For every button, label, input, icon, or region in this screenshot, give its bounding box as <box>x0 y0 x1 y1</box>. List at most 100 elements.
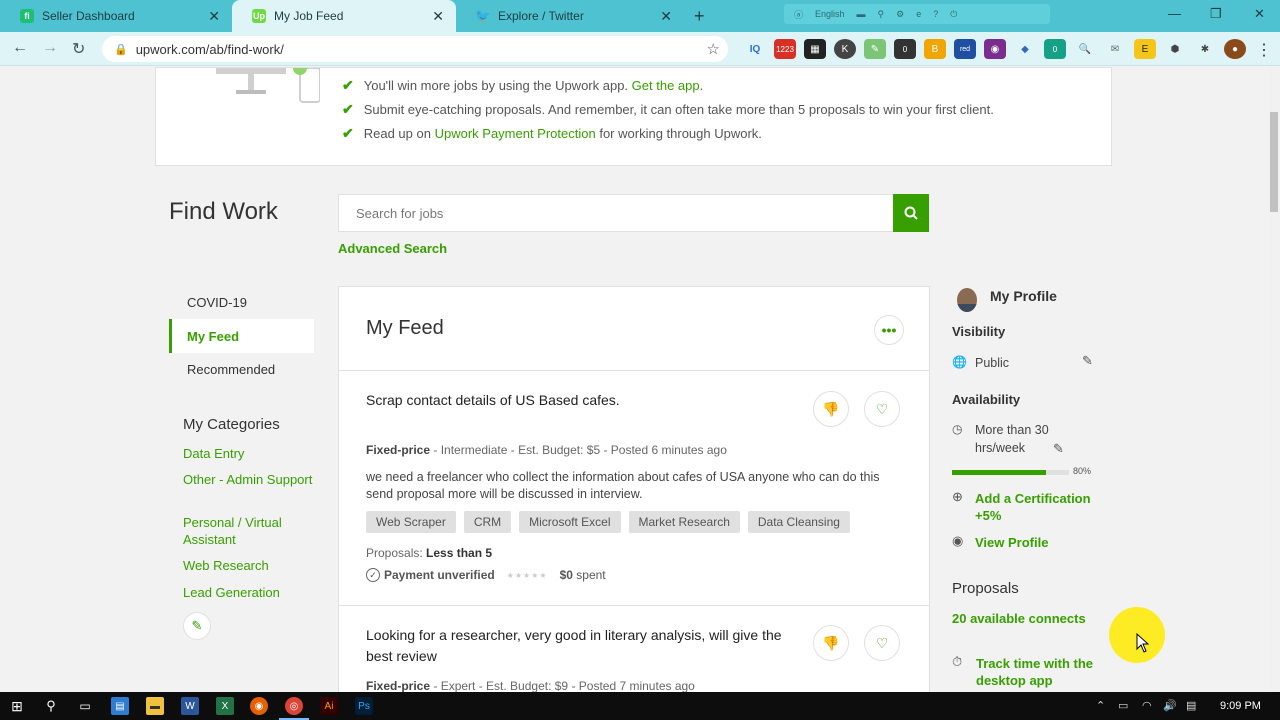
close-tab-icon[interactable]: ✕ <box>208 8 220 25</box>
url-field[interactable]: 🔒 upwork.com/ab/find-work/ ☆ <box>102 36 728 62</box>
bookmark-star-icon[interactable]: ☆ <box>707 40 720 58</box>
category-link[interactable]: Data Entry <box>183 445 313 462</box>
thumbs-down-button[interactable]: 👎 <box>813 391 849 427</box>
puzzle-icon[interactable]: ✱ <box>1194 39 1216 59</box>
search-button[interactable] <box>893 194 929 232</box>
clock[interactable]: 9:09 PM <box>1220 700 1261 712</box>
job-card[interactable]: Looking for a researcher, very good in l… <box>339 606 929 692</box>
close-tab-icon[interactable]: ✕ <box>432 8 444 25</box>
edit-visibility-icon[interactable]: ✎ <box>1082 353 1093 369</box>
page-scrollbar[interactable] <box>1268 67 1280 692</box>
back-icon[interactable]: ← <box>12 39 28 57</box>
extension-icon[interactable]: B <box>924 39 946 59</box>
edit-availability-icon[interactable]: ✎ <box>1053 441 1064 457</box>
extension-icon[interactable]: 0 <box>1044 39 1066 59</box>
advanced-search-link[interactable]: Advanced Search <box>338 241 447 256</box>
excel-icon[interactable]: X <box>216 697 234 715</box>
nav-recommended[interactable]: Recommended <box>169 352 314 386</box>
skill-tag[interactable]: Market Research <box>628 511 740 533</box>
extension-icon[interactable]: ◆ <box>1014 39 1036 59</box>
skill-tag[interactable]: CRM <box>463 511 512 533</box>
extension-icon[interactable]: 0 <box>894 39 916 59</box>
tool-icon[interactable]: e <box>916 9 921 19</box>
extension-icon[interactable]: ✎ <box>864 39 886 59</box>
close-tab-icon[interactable]: ✕ <box>660 8 672 25</box>
tool-icon[interactable]: ⚲ <box>878 9 885 20</box>
avatar[interactable] <box>957 288 977 312</box>
browser-menu-icon[interactable]: ⋮ <box>1256 40 1272 60</box>
mail-icon[interactable]: ✉ <box>1104 39 1126 59</box>
close-window-button[interactable]: ✕ <box>1254 6 1265 22</box>
task-view-icon[interactable]: ▭ <box>76 697 94 715</box>
search-input[interactable]: Search for jobs <box>338 194 894 232</box>
wifi-icon[interactable]: ◠ <box>1142 699 1152 712</box>
forward-icon[interactable]: → <box>42 39 58 57</box>
extension-icon[interactable]: ◉ <box>984 39 1006 59</box>
skill-tag[interactable]: Data Cleansing <box>747 511 850 533</box>
restore-button[interactable]: ❐ <box>1210 6 1222 22</box>
nav-my-feed[interactable]: My Feed <box>169 319 314 353</box>
tab-seller-dashboard[interactable]: fi Seller Dashboard ✕ <box>0 0 232 32</box>
category-link[interactable]: Web Research <box>183 557 313 574</box>
extension-icon[interactable]: E <box>1134 39 1156 59</box>
illustrator-icon[interactable]: Ai <box>320 697 338 715</box>
new-tab-button[interactable]: + <box>694 6 705 27</box>
nav-covid-19[interactable]: COVID-19 <box>169 285 314 319</box>
save-job-button[interactable]: ♡ <box>864 391 900 427</box>
search-icon[interactable]: ⚲ <box>42 697 60 715</box>
tab-twitter[interactable]: 🐦 Explore / Twitter ✕ <box>456 0 684 32</box>
skill-tag[interactable]: Microsoft Excel <box>519 511 621 533</box>
windows-start-icon[interactable]: ⊞ <box>8 697 26 715</box>
iq-extension-icon[interactable]: IQ <box>744 39 766 59</box>
skill-tag[interactable]: Web Scraper <box>366 511 456 533</box>
mail-extension-icon[interactable]: 1223 <box>774 39 796 59</box>
view-profile-link[interactable]: View Profile <box>975 534 1048 551</box>
notification-icon[interactable]: ▤ <box>1186 699 1196 712</box>
power-icon[interactable]: ⏻ <box>950 9 957 20</box>
job-card[interactable]: Scrap contact details of US Based cafes.… <box>339 371 929 606</box>
job-title[interactable]: Scrap contact details of US Based cafes. <box>366 390 786 411</box>
tool-icon[interactable]: ▬ <box>857 9 866 19</box>
scrollbar-thumb[interactable] <box>1270 112 1278 212</box>
job-title[interactable]: Looking for a researcher, very good in l… <box>366 625 786 667</box>
edit-categories-button[interactable]: ✎ <box>183 612 211 640</box>
payment-protection-link[interactable]: Upwork Payment Protection <box>435 126 596 141</box>
reddit-extension-icon[interactable]: red <box>954 39 976 59</box>
battery-icon[interactable]: ▭ <box>1118 699 1128 712</box>
photoshop-icon[interactable]: Ps <box>355 697 373 715</box>
save-job-button[interactable]: ♡ <box>864 625 900 661</box>
language-label[interactable]: English <box>815 9 845 19</box>
category-link[interactable]: Lead Generation <box>183 584 313 601</box>
extension-icon[interactable]: K <box>834 39 856 59</box>
app-icon[interactable]: ▤ <box>111 697 129 715</box>
tab-my-job-feed[interactable]: Up My Job Feed ✕ <box>232 0 456 32</box>
reload-icon[interactable]: ↻ <box>72 39 85 59</box>
volume-icon[interactable]: 🔊 <box>1163 699 1177 712</box>
get-app-link[interactable]: Get the app <box>632 78 700 93</box>
file-explorer-icon[interactable]: ▬ <box>146 697 164 715</box>
help-icon[interactable]: ? <box>933 9 938 19</box>
tray-chevron-icon[interactable]: ⌃ <box>1096 699 1105 712</box>
avatar[interactable]: ● <box>1224 39 1246 59</box>
minimize-button[interactable]: — <box>1168 6 1181 21</box>
extension-icon[interactable]: ▦ <box>804 39 826 59</box>
add-certification-link[interactable]: Add a Certification +5% <box>975 490 1105 524</box>
skills-list: Web Scraper CRM Microsoft Excel Market R… <box>366 511 850 533</box>
translator-toolbar[interactable]: ⓐ English ▬ ⚲ ⚙ e ? ⏻ <box>784 4 1050 24</box>
profile-title[interactable]: My Profile <box>990 288 1057 304</box>
tool-icon[interactable]: ⚙ <box>896 9 904 20</box>
connects-link[interactable]: 20 available connects <box>952 610 1086 627</box>
chrome-icon[interactable]: ◎ <box>285 697 303 715</box>
track-time-link[interactable]: Track time with the desktop app <box>976 655 1096 689</box>
url-text[interactable]: upwork.com/ab/find-work/ <box>136 42 284 57</box>
box-extension-icon[interactable]: ⬢ <box>1164 39 1186 59</box>
proposals-value: Less than 5 <box>426 546 493 560</box>
more-options-icon[interactable]: ••• <box>874 315 904 345</box>
word-icon[interactable]: W <box>181 697 199 715</box>
search-extension-icon[interactable]: 🔍 <box>1074 39 1096 59</box>
category-link[interactable]: Personal / Virtual Assistant <box>183 514 313 548</box>
thumbs-down-button[interactable]: 👎 <box>813 625 849 661</box>
category-link[interactable]: Other - Admin Support <box>183 471 313 488</box>
translate-icon[interactable]: ⓐ <box>794 8 803 21</box>
firefox-icon[interactable]: ◉ <box>250 697 268 715</box>
